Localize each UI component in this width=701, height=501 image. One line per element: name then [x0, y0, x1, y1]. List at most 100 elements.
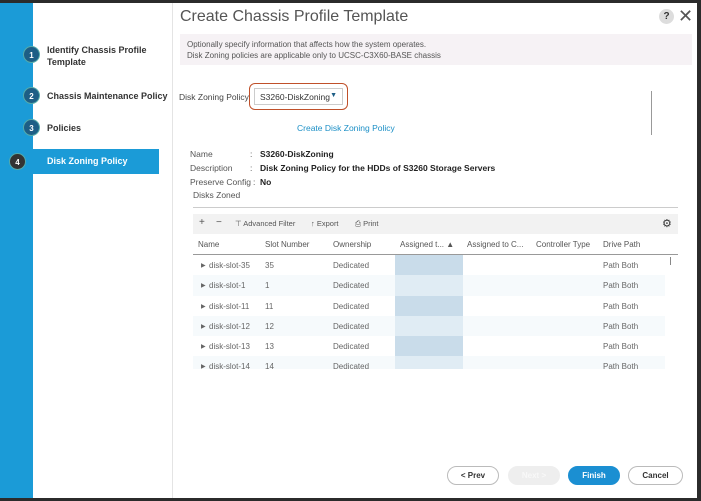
filter-icon: ⊤: [235, 219, 242, 228]
cell-name: disk-slot-35: [209, 261, 250, 270]
info-line: Optionally specify information that affe…: [187, 40, 427, 49]
step-policies[interactable]: 3 Policies: [23, 119, 173, 136]
print-icon: ⎙: [355, 219, 361, 228]
colon: :: [250, 163, 253, 173]
col-controller-type[interactable]: Controller Type: [536, 240, 590, 249]
name-value: S3260-DiskZoning: [260, 149, 334, 159]
divider: [193, 207, 678, 208]
remove-button[interactable]: −: [216, 217, 222, 228]
cell-slot: 12: [265, 321, 274, 331]
step-number: 4: [9, 153, 26, 170]
col-assigned-to[interactable]: Assigned t... ▲: [400, 240, 454, 249]
prev-button[interactable]: < Prev: [447, 466, 499, 485]
col-drive-path[interactable]: Drive Path: [603, 240, 640, 249]
cell-slot: 11: [265, 301, 274, 311]
cell-drive-path: Path Both: [603, 281, 639, 291]
name-label: Name: [190, 149, 213, 159]
finish-button[interactable]: Finish: [568, 466, 620, 485]
page-title: Create Chassis Profile Template: [180, 8, 409, 25]
cell-name: disk-slot-1: [209, 281, 246, 291]
table-toolbar: + − ⊤ Advanced Filter ↑ Export ⎙ Print ⚙: [193, 214, 678, 234]
cell-ownership: Dedicated: [333, 321, 370, 331]
expand-icon[interactable]: ▶: [201, 282, 206, 289]
table-row[interactable]: ▶ disk-slot-14 14 Dedicated Path Both: [193, 356, 665, 369]
step-disk-zoning[interactable]: 4 Disk Zoning Policy: [9, 149, 159, 174]
table-row[interactable]: ▶ disk-slot-13 13 Dedicated Path Both: [193, 336, 665, 356]
preserve-config-value: No: [260, 177, 272, 187]
step-maintenance[interactable]: 2 Chassis Maintenance Policy: [23, 87, 173, 104]
expand-icon[interactable]: ▶: [201, 323, 206, 330]
disk-zoning-select[interactable]: S3260-DiskZoning ▼: [249, 83, 348, 110]
label: Advanced Filter: [243, 219, 296, 228]
export-button[interactable]: ↑ Export: [311, 219, 339, 228]
table-scrollbar[interactable]: [670, 257, 671, 265]
step-label: Identify Chassis Profile Template: [47, 45, 147, 67]
expand-icon[interactable]: ▶: [201, 363, 206, 369]
wizard-window: 1 Identify Chassis Profile Template 2 Chas…: [0, 3, 697, 498]
help-icon[interactable]: ?: [659, 9, 674, 24]
description-value: Disk Zoning Policy for the HDDs of S3260…: [260, 163, 496, 173]
label: Print: [363, 219, 379, 228]
cell-drive-path: Path Both: [603, 301, 639, 311]
preserve-config-label: Preserve Config: [190, 177, 251, 187]
disk-zoning-label: Disk Zoning Policy: [179, 92, 249, 102]
step-label: Chassis Maintenance Policy: [47, 91, 168, 101]
cell-name: disk-slot-11: [209, 301, 250, 311]
cell-slot: 1: [265, 281, 270, 291]
colon: :: [250, 149, 253, 159]
create-disk-zoning-link[interactable]: Create Disk Zoning Policy: [297, 123, 395, 133]
col-assigned-controller[interactable]: Assigned to C...: [467, 240, 523, 249]
expand-icon[interactable]: ▶: [201, 262, 206, 269]
step-label: Policies: [47, 123, 82, 133]
cell-ownership: Dedicated: [333, 342, 370, 352]
add-button[interactable]: +: [199, 217, 205, 228]
selected-value: S3260-DiskZoning: [260, 92, 330, 102]
cell-drive-path: Path Both: [603, 362, 639, 369]
expand-icon[interactable]: ▶: [201, 343, 206, 350]
cell-slot: 13: [265, 342, 274, 352]
cell-slot: 35: [265, 261, 274, 270]
cell-ownership: Dedicated: [333, 261, 370, 270]
scrollbar[interactable]: [651, 91, 652, 135]
label: Export: [316, 219, 339, 228]
cell-ownership: Dedicated: [333, 362, 370, 369]
disk-table-body: ▶ disk-slot-35 35 Dedicated Path Both ▶ d…: [193, 255, 665, 369]
caret-down-icon: ▼: [330, 92, 337, 99]
step-identify[interactable]: 1 Identify Chassis Profile Template: [23, 44, 173, 68]
cancel-button[interactable]: Cancel: [628, 466, 683, 485]
step-number: 1: [23, 46, 40, 63]
table-row[interactable]: ▶ disk-slot-11 11 Dedicated Path Both: [193, 296, 665, 316]
col-slot[interactable]: Slot Number: [265, 240, 309, 249]
print-button[interactable]: ⎙ Print: [355, 219, 379, 229]
table-row[interactable]: ▶ disk-slot-1 1 Dedicated Path Both: [193, 275, 665, 296]
cell-drive-path: Path Both: [603, 321, 639, 331]
cell-name: disk-slot-14: [209, 362, 250, 369]
disks-zoned-heading: Disks Zoned: [193, 190, 241, 200]
step-number: 3: [23, 119, 40, 136]
next-button[interactable]: Next >: [508, 466, 560, 485]
cell-name: disk-slot-13: [209, 342, 250, 352]
cell-ownership: Dedicated: [333, 281, 370, 291]
col-name[interactable]: Name: [198, 240, 219, 249]
gear-icon[interactable]: ⚙: [662, 217, 672, 230]
close-icon[interactable]: ✕: [678, 6, 693, 27]
info-banner: Optionally specify information that affe…: [180, 34, 692, 65]
cell-slot: 14: [265, 362, 274, 369]
wizard-steps: 1 Identify Chassis Profile Template 2 Chas…: [9, 3, 173, 498]
description-label: Description: [190, 163, 233, 173]
col-ownership[interactable]: Ownership: [333, 240, 371, 249]
colon: :: [253, 177, 256, 187]
table-row[interactable]: ▶ disk-slot-12 12 Dedicated Path Both: [193, 315, 665, 337]
export-icon: ↑: [311, 219, 315, 228]
cell-name: disk-slot-12: [209, 321, 250, 331]
table-header: Name Slot Number Ownership Assigned t...…: [193, 234, 678, 255]
expand-icon[interactable]: ▶: [201, 303, 206, 310]
cell-drive-path: Path Both: [603, 342, 639, 352]
step-number: 2: [23, 87, 40, 104]
step-label: Disk Zoning Policy: [47, 156, 128, 166]
table-row[interactable]: ▶ disk-slot-35 35 Dedicated Path Both: [193, 255, 665, 275]
info-line: Disk Zoning policies are applicable only…: [187, 51, 441, 60]
cell-drive-path: Path Both: [603, 261, 639, 270]
cell-ownership: Dedicated: [333, 301, 370, 311]
advanced-filter-button[interactable]: ⊤ Advanced Filter: [235, 219, 295, 228]
